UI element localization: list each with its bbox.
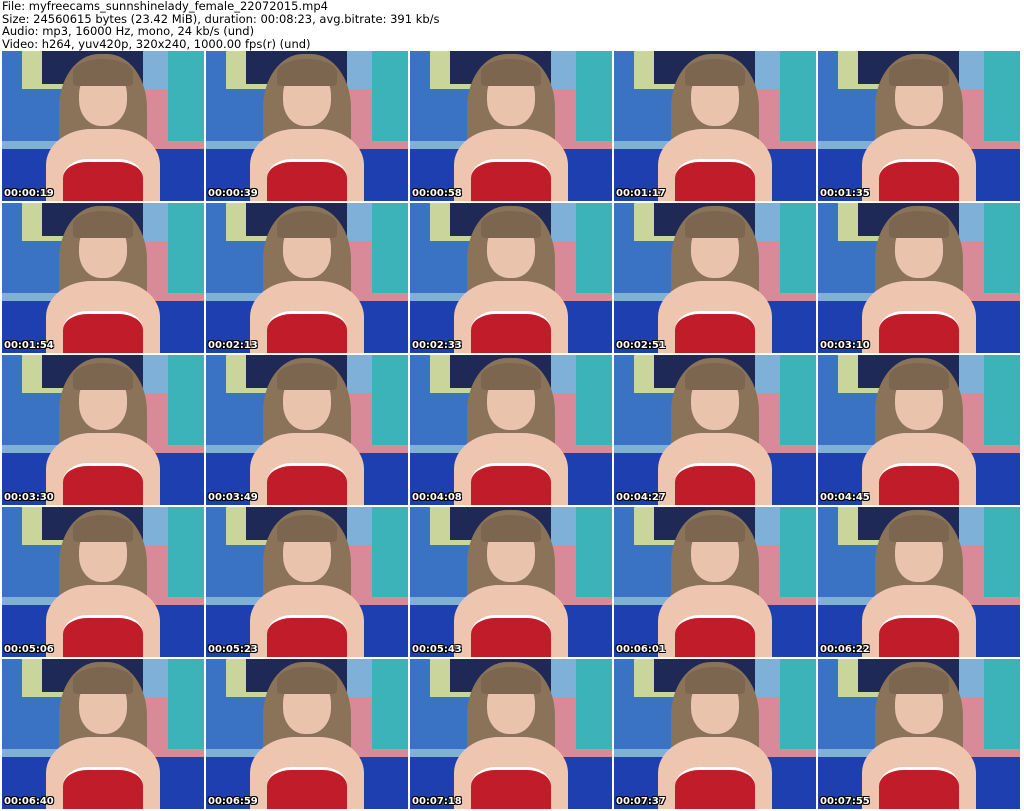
video-thumbnail[interactable]: 00:01:35 [818,51,1020,201]
video-thumbnail[interactable]: 00:05:23 [206,507,408,657]
video-thumbnail[interactable]: 00:04:08 [410,355,612,505]
video-thumbnail[interactable]: 00:05:06 [2,507,204,657]
video-thumbnail[interactable]: 00:06:40 [2,659,204,809]
thumbnail-timestamp: 00:01:54 [4,340,54,351]
thumbnail-timestamp: 00:06:59 [208,796,258,807]
thumbnail-timestamp: 00:01:17 [616,188,666,199]
file-name: File: myfreecams_sunnshinelady_female_22… [2,0,328,13]
thumbnail-timestamp: 00:05:23 [208,644,258,655]
thumbnail-timestamp: 00:02:13 [208,340,258,351]
file-info: File: myfreecams_sunnshinelady_female_22… [2,0,440,50]
video-thumbnail[interactable]: 00:02:51 [614,203,816,353]
thumbnail-timestamp: 00:05:06 [4,644,54,655]
thumbnail-timestamp: 00:07:55 [820,796,870,807]
video-thumbnail[interactable]: 00:03:10 [818,203,1020,353]
video-thumbnail[interactable]: 00:05:43 [410,507,612,657]
thumbnail-timestamp: 00:03:10 [820,340,870,351]
video-thumbnail[interactable]: 00:07:55 [818,659,1020,809]
video-thumbnail[interactable]: 00:02:13 [206,203,408,353]
video-thumbnail[interactable]: 00:00:39 [206,51,408,201]
thumbnail-timestamp: 00:00:19 [4,188,54,199]
thumbnail-grid: 00:00:19 00:00:39 00:00:58 00:01:17 00:01:35… [2,51,1020,809]
video-thumbnail[interactable]: 00:04:27 [614,355,816,505]
video-thumbnail[interactable]: 00:02:33 [410,203,612,353]
audio-info: Audio: mp3, 16000 Hz, mono, 24 kb/s (und… [2,24,255,38]
video-thumbnail[interactable]: 00:07:18 [410,659,612,809]
thumbnail-timestamp: 00:04:08 [412,492,462,503]
thumbnail-timestamp: 00:03:30 [4,492,54,503]
thumbnail-timestamp: 00:07:18 [412,796,462,807]
thumbnail-timestamp: 00:04:27 [616,492,666,503]
video-thumbnail[interactable]: 00:01:17 [614,51,816,201]
video-info: Video: h264, yuv420p, 320x240, 1000.00 f… [2,36,311,51]
thumbnail-timestamp: 00:02:33 [412,340,462,351]
thumbnail-timestamp: 00:06:22 [820,644,870,655]
thumbnail-timestamp: 00:01:35 [820,188,870,199]
video-thumbnail[interactable]: 00:03:49 [206,355,408,505]
video-thumbnail[interactable]: 00:00:19 [2,51,204,201]
video-thumbnail[interactable]: 00:01:54 [2,203,204,353]
thumbnail-timestamp: 00:07:37 [616,796,666,807]
video-thumbnail[interactable]: 00:06:01 [614,507,816,657]
thumbnail-timestamp: 00:06:01 [616,644,666,655]
thumbnail-timestamp: 00:00:39 [208,188,258,199]
thumbnail-timestamp: 00:04:45 [820,492,870,503]
video-thumbnail[interactable]: 00:04:45 [818,355,1020,505]
thumbnail-timestamp: 00:03:49 [208,492,258,503]
thumbnail-timestamp: 00:00:58 [412,188,462,199]
thumbnail-timestamp: 00:02:51 [616,340,666,351]
thumbnail-timestamp: 00:06:40 [4,796,54,807]
video-thumbnail[interactable]: 00:00:58 [410,51,612,201]
video-thumbnail[interactable]: 00:07:37 [614,659,816,809]
video-thumbnail[interactable]: 00:06:22 [818,507,1020,657]
video-thumbnail[interactable]: 00:03:30 [2,355,204,505]
thumbnail-timestamp: 00:05:43 [412,644,462,655]
video-thumbnail[interactable]: 00:06:59 [206,659,408,809]
